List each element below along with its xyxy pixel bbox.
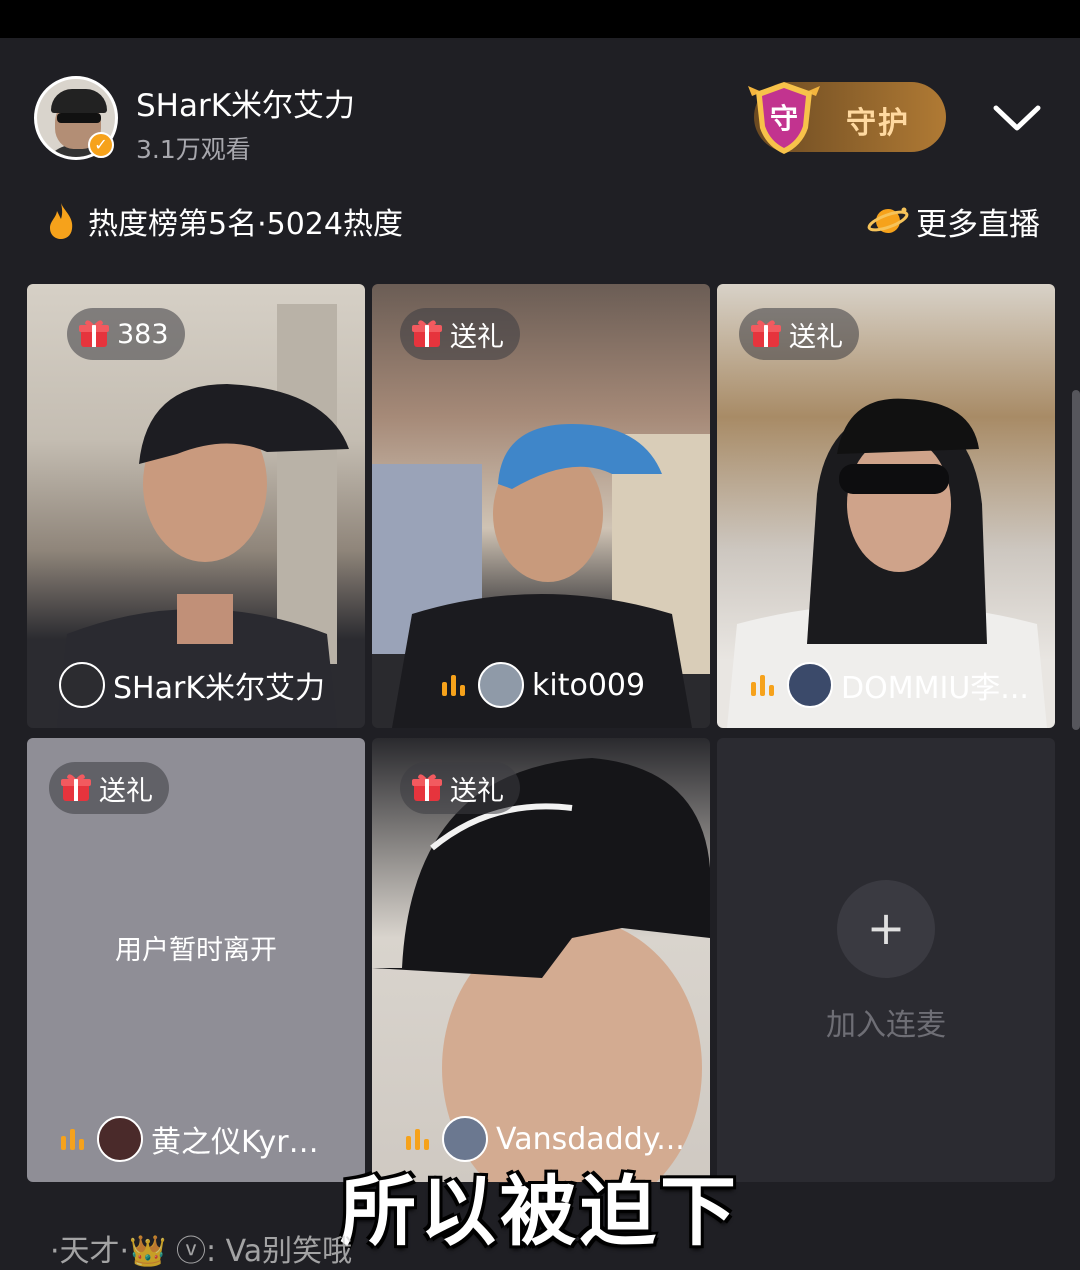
mic-seat-tile[interactable]: 送礼 kito009 xyxy=(372,284,710,728)
gift-label: 送礼 xyxy=(99,775,153,807)
gift-label: 送礼 xyxy=(450,321,504,353)
gift-pill[interactable]: 送礼 xyxy=(400,308,520,360)
mic-seat-tile[interactable]: 送礼 DOMMIU李... xyxy=(717,284,1055,728)
participant-name: kito009 xyxy=(532,667,646,703)
audio-level-icon xyxy=(751,675,774,696)
participant-name: DOMMIU李... xyxy=(841,671,1029,706)
audio-level-icon xyxy=(406,1129,429,1150)
participant-avatar xyxy=(787,662,833,708)
gift-icon xyxy=(61,774,91,801)
audio-level-icon xyxy=(442,675,465,696)
gift-pill[interactable]: 383 xyxy=(67,308,185,360)
status-bar xyxy=(0,0,1080,38)
host-name[interactable]: SHarK米尔艾力 xyxy=(136,80,355,125)
more-live-label: 更多直播 xyxy=(916,206,1040,243)
gift-icon xyxy=(751,320,781,347)
join-mic-tile[interactable]: + 加入连麦 xyxy=(717,738,1055,1182)
gift-count: 383 xyxy=(117,318,169,350)
gift-label: 送礼 xyxy=(450,775,504,807)
mic-seat-tile[interactable]: 送礼 Vansdaddy... xyxy=(372,738,710,1182)
gift-icon xyxy=(412,774,442,801)
chat-message-partial: ·天才·👑 ⓥ: Va别笑哦 xyxy=(50,1234,353,1269)
gift-icon xyxy=(79,320,109,347)
participant-name-row: SHarK米尔艾力 xyxy=(59,660,325,710)
mic-seat-tile[interactable]: 送礼 用户暂时离开 黄之仪Kyra... xyxy=(27,738,365,1182)
guard-label: 守护 xyxy=(846,106,910,141)
guard-badge-text: 守 xyxy=(770,102,798,135)
gift-icon xyxy=(412,320,442,347)
participant-name-row: kito009 xyxy=(440,660,645,710)
verified-badge-icon: ✓ xyxy=(88,132,114,158)
audio-level-icon xyxy=(61,1129,84,1150)
join-mic-label: 加入连麦 xyxy=(826,1008,946,1043)
heat-text: 热度榜第5名·5024热度 xyxy=(88,207,403,242)
more-live-button[interactable]: 更多直播 xyxy=(866,196,1040,246)
user-away-text: 用户暂时离开 xyxy=(115,935,277,966)
participant-name-row: DOMMIU李... xyxy=(749,660,1029,710)
gift-pill[interactable]: 送礼 xyxy=(739,308,859,360)
heat-ranking[interactable]: 热度榜第5名·5024热度 xyxy=(46,196,403,246)
viewer-count: 3.1万观看 xyxy=(136,135,251,164)
scrollbar[interactable] xyxy=(1072,390,1080,730)
gift-pill[interactable]: 送礼 xyxy=(400,762,520,814)
plus-icon[interactable]: + xyxy=(837,880,935,978)
avatar-hat xyxy=(51,89,107,113)
avatar-glasses xyxy=(57,113,101,123)
mic-seat-tile[interactable]: 383 SHarK米尔艾力 xyxy=(27,284,365,728)
guard-button[interactable]: 守 守护 xyxy=(748,82,946,154)
chevron-down-icon[interactable] xyxy=(992,98,1042,138)
participant-name: SHarK米尔艾力 xyxy=(113,671,325,706)
planet-icon xyxy=(867,207,909,233)
guard-shield-icon: 守 xyxy=(748,82,820,154)
participant-avatar xyxy=(59,662,105,708)
gift-pill[interactable]: 送礼 xyxy=(49,762,169,814)
participant-avatar xyxy=(478,662,524,708)
gift-label: 送礼 xyxy=(789,321,843,353)
fire-icon xyxy=(50,203,73,239)
